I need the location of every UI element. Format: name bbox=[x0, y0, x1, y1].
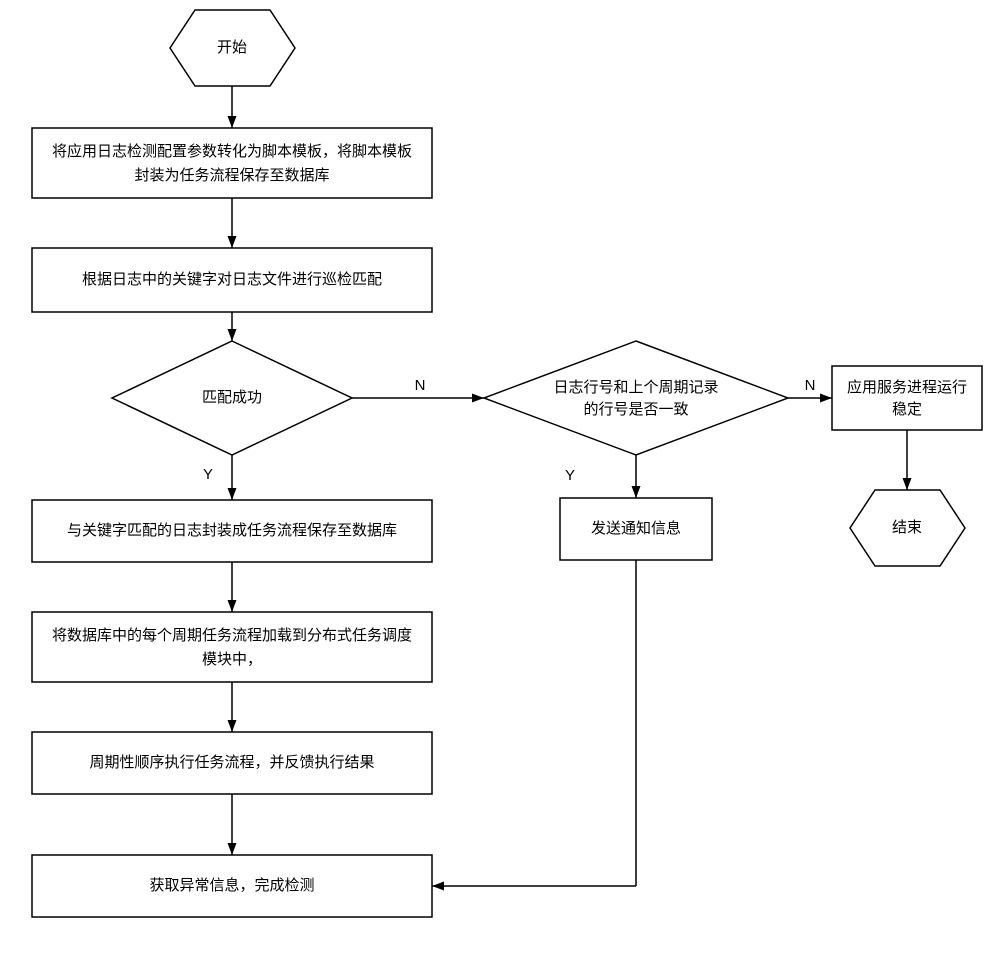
label-staba: 应用服务进程运行 bbox=[847, 378, 967, 396]
label-s4a: 将数据库中的每个周期任务流程加载到分布式任务调度 bbox=[52, 627, 412, 644]
label-s2: 根据日志中的关键字对日志文件进行巡检匹配 bbox=[82, 271, 382, 288]
label-d2b: 的行号是否一致 bbox=[583, 401, 688, 418]
label-d2a: 日志行号和上个周期记录 bbox=[553, 379, 718, 396]
label-notify: 发送通知信息 bbox=[591, 520, 681, 537]
label-stabb: 稳定 bbox=[892, 401, 922, 418]
node-step1 bbox=[32, 128, 432, 198]
label-s6: 获取异常信息，完成检测 bbox=[149, 877, 314, 894]
label-s3: 与关键字匹配的日志封装成任务流程保存至数据库 bbox=[67, 522, 397, 539]
label-s4b: 模块中， bbox=[202, 651, 262, 668]
edge-label-d2n: N bbox=[805, 377, 816, 394]
edge-label-d1y: Y bbox=[203, 466, 213, 483]
node-step4 bbox=[32, 612, 432, 682]
edge-label-d1n: N bbox=[415, 377, 426, 394]
label-s1b: 封装为任务流程保存至数据库 bbox=[134, 167, 329, 184]
label-end: 结束 bbox=[892, 519, 922, 536]
edge-label-d2y: Y bbox=[565, 467, 575, 484]
flowchart: 开始 将应用日志检测配置参数转化为脚本模板，将脚本模板 封装为任务流程保存至数据… bbox=[0, 0, 1000, 971]
label-s1a: 将应用日志检测配置参数转化为脚本模板，将脚本模板 bbox=[52, 142, 412, 160]
label-d1: 匹配成功 bbox=[202, 389, 262, 406]
label-start: 开始 bbox=[217, 39, 247, 56]
node-dec2 bbox=[484, 341, 788, 455]
node-stable bbox=[832, 366, 982, 430]
label-s5: 周期性顺序执行任务流程，并反馈执行结果 bbox=[89, 754, 374, 771]
